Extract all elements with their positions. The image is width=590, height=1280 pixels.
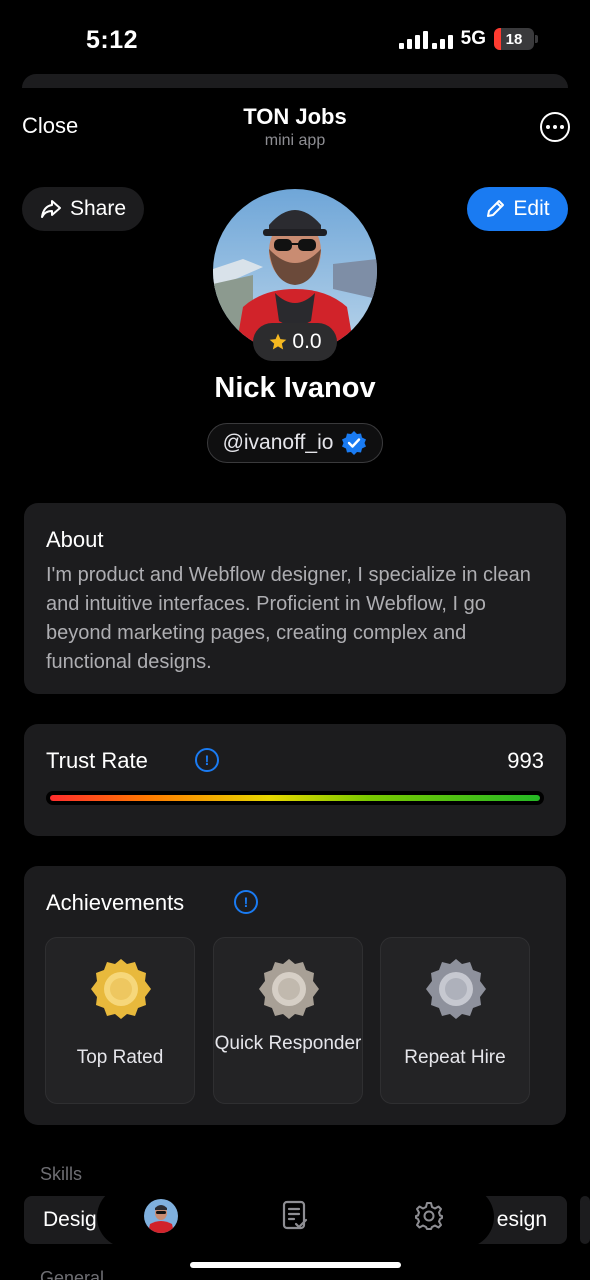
share-label: Share <box>69 197 127 220</box>
achievement-top-rated[interactable]: Top Rated <box>45 937 195 1104</box>
rating-value: 0.0 <box>292 330 322 353</box>
trust-rate-fill <box>50 795 540 801</box>
username-badge[interactable]: @ivanoff_io <box>207 423 383 463</box>
tab-tasks[interactable] <box>277 1198 313 1234</box>
tab-settings[interactable] <box>411 1198 447 1234</box>
gold-medal-icon <box>91 959 151 1019</box>
rating-badge: 0.0 <box>253 323 337 361</box>
tab-profile[interactable] <box>143 1198 179 1234</box>
app-title: TON Jobs <box>243 104 347 129</box>
bronze-medal-icon <box>259 959 319 1019</box>
about-text: I'm product and Webflow designer, I spec… <box>46 564 531 673</box>
achievement-quick-responder[interactable]: Quick Responder <box>213 937 363 1104</box>
skill-chip-edge[interactable] <box>580 1196 590 1244</box>
battery-icon: 18 <box>494 28 538 50</box>
battery-level: 18 <box>505 30 523 48</box>
settings-gear-icon <box>415 1202 443 1230</box>
share-arrow-icon <box>40 200 61 218</box>
profile-name: Nick Ivanov <box>214 372 376 404</box>
status-time: 5:12 <box>86 26 139 54</box>
achievement-repeat-hire[interactable]: Repeat Hire <box>380 937 530 1104</box>
trust-info-icon[interactable]: ! <box>195 748 219 772</box>
home-indicator <box>190 1262 401 1268</box>
tasks-icon <box>282 1200 308 1230</box>
trust-rate-value: 993 <box>507 748 544 773</box>
skills-section-label: Skills <box>40 1164 83 1184</box>
pencil-icon <box>487 200 505 217</box>
verified-badge-icon <box>342 431 367 455</box>
achievement-label: Repeat Hire <box>404 1047 506 1068</box>
edit-button[interactable]: Edit <box>467 187 568 231</box>
trust-rate-bar <box>46 791 544 805</box>
network-type: 5G <box>460 28 486 49</box>
username: @ivanoff_io <box>222 431 334 454</box>
edit-label: Edit <box>513 197 550 220</box>
trust-rate-title: Trust Rate <box>46 748 148 773</box>
cellular-signal-icon-2 <box>431 29 453 49</box>
achievement-label: Top Rated <box>76 1047 164 1068</box>
achievement-label: Quick Responder <box>214 1033 362 1054</box>
silver-medal-icon <box>426 959 486 1019</box>
trust-rate-card: Trust Rate ! 993 <box>24 724 566 836</box>
star-icon <box>270 333 287 350</box>
profile-avatar-small <box>144 1199 178 1233</box>
general-section-label: General <box>40 1268 105 1280</box>
bottom-tab-bar <box>97 1186 494 1248</box>
app-subtitle: mini app <box>264 132 326 149</box>
status-indicators: 5G 18 <box>398 28 538 50</box>
cellular-signal-icon <box>398 29 428 49</box>
status-bar: 5:12 5G 18 <box>0 0 590 80</box>
header: Close TON Jobs mini app <box>0 96 590 166</box>
sheet-top-edge <box>22 74 568 88</box>
more-options-icon[interactable] <box>540 112 570 142</box>
about-title: About <box>46 527 104 552</box>
achievements-title: Achievements <box>46 890 185 915</box>
achievements-card: Achievements ! Top Rated Quick Responder… <box>24 866 566 1125</box>
achievements-info-icon[interactable]: ! <box>234 890 258 914</box>
about-card: About I'm product and Webflow designer, … <box>24 503 566 694</box>
share-button[interactable]: Share <box>22 187 144 231</box>
